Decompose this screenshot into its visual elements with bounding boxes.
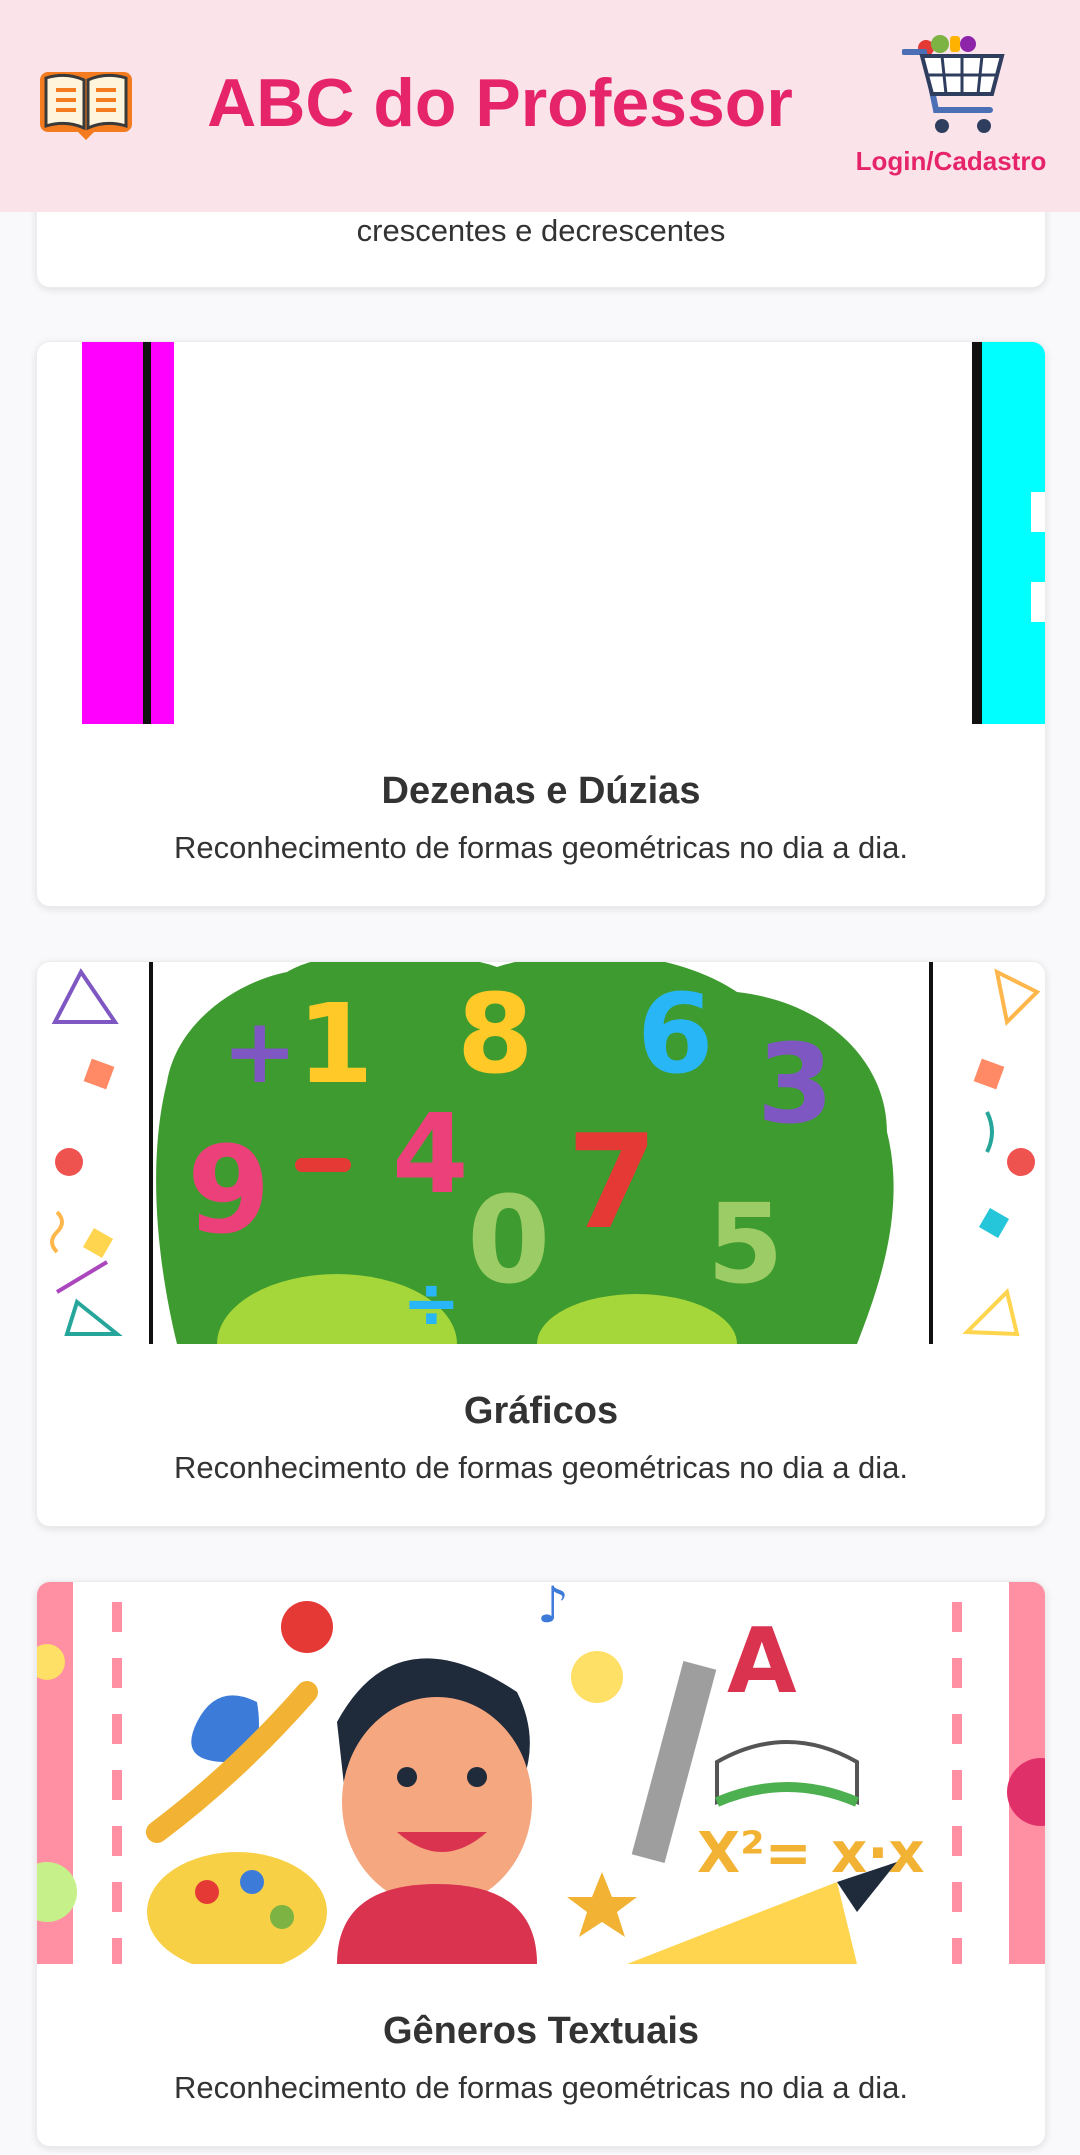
card-description: Reconhecimento de formas geométricas no … (173, 830, 909, 865)
svg-text:1: 1 (297, 980, 374, 1108)
card-title: Dezenas e Dúzias (381, 770, 701, 812)
shopping-cart-icon[interactable] (902, 30, 1006, 142)
card-image: A X²= x·x ♪ (37, 1582, 1045, 1964)
activity-card[interactable]: A X²= x·x ♪ Gêneros Textuais Reconhecime… (36, 1581, 1046, 2147)
card-title: Gráficos (463, 1390, 619, 1432)
svg-text:5: 5 (707, 1180, 784, 1308)
activity-card[interactable]: Dezenas e Dúzias Reconhecimento de forma… (36, 341, 1046, 907)
page-title: ABC do Professor (207, 65, 793, 141)
card-title: Gêneros Textuais (382, 2010, 700, 2052)
card-image (37, 342, 1045, 724)
login-register-link[interactable]: Login/Cadastro (846, 146, 1056, 177)
card-description: Reconhecimento de formas geométricas no … (173, 1450, 909, 1485)
svg-text:4: 4 (392, 1090, 469, 1218)
svg-text:A: A (727, 1609, 797, 1714)
svg-text:8: 8 (457, 970, 534, 1098)
svg-text:+: + (222, 999, 297, 1104)
app-header: ABC do Professor Login/Cadastro (0, 0, 1080, 212)
card-description: Reconhecimento de formas geométricas no … (173, 2070, 909, 2105)
svg-text:X²= x·x: X²= x·x (697, 1821, 925, 1886)
card-description: crescentes e decrescentes (356, 213, 726, 248)
svg-text:♪: ♪ (537, 1582, 569, 1634)
svg-text:3: 3 (757, 1020, 834, 1148)
svg-text:0: 0 (467, 1172, 551, 1311)
svg-text:9: 9 (187, 1122, 271, 1261)
svg-text:6: 6 (637, 970, 714, 1098)
activity-card[interactable]: + 1 8 6 3 9 4 0 7 5 ÷ Gráficos Reconheci… (36, 961, 1046, 1527)
svg-text:7: 7 (567, 1106, 657, 1258)
card-image: + 1 8 6 3 9 4 0 7 5 ÷ (37, 962, 1045, 1344)
svg-text:÷: ÷ (402, 1262, 461, 1344)
